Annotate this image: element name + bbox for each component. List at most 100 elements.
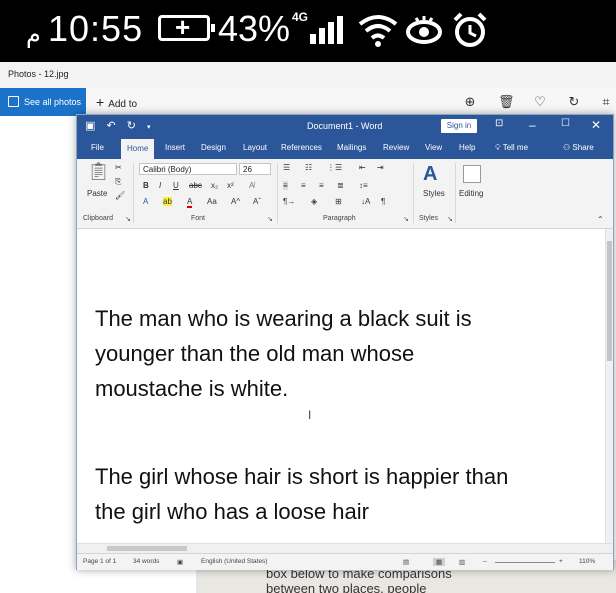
superscript-icon[interactable]: x² <box>227 181 234 190</box>
show-marks-icon[interactable]: ¶ <box>381 197 385 206</box>
tab-insert[interactable]: Insert <box>165 143 185 152</box>
scroll-thumb[interactable] <box>107 546 187 551</box>
tab-file[interactable]: File <box>91 143 104 152</box>
horizontal-scrollbar[interactable] <box>77 543 613 553</box>
multilevel-list-icon[interactable]: ⋮☰ <box>327 163 342 172</box>
proofing-icon[interactable]: ▣ <box>177 558 183 566</box>
paragraph-launcher-icon[interactable]: ↘ <box>403 215 409 223</box>
highlight-icon[interactable]: ab <box>163 197 172 206</box>
underline-icon[interactable]: U <box>173 181 179 190</box>
text-direction-icon[interactable]: ¶→ <box>283 197 295 206</box>
copy-icon[interactable]: ⎘ <box>115 177 121 187</box>
bullets-icon[interactable]: ☰ <box>283 163 290 172</box>
language-indicator[interactable]: English (United States) <box>201 558 267 565</box>
maximize-icon[interactable]: ☐ <box>561 118 570 129</box>
document-title: Document1 - Word <box>307 121 383 131</box>
decrease-indent-icon[interactable]: ⇤ <box>359 163 366 172</box>
status-time: 10:55 <box>48 8 144 49</box>
sign-in-button[interactable]: Sign in <box>441 119 477 133</box>
add-to-label: Add to <box>108 99 138 110</box>
customize-qat-icon[interactable]: ▾ <box>147 124 151 131</box>
print-layout-icon[interactable]: ▦ <box>433 558 446 566</box>
shading-icon[interactable]: ◈ <box>311 197 317 206</box>
tab-view[interactable]: View <box>425 143 442 152</box>
align-left-icon[interactable]: ≡ <box>283 181 288 190</box>
tab-help[interactable]: Help <box>459 143 475 152</box>
text-effects-icon[interactable]: A <box>143 197 148 206</box>
zoom-level[interactable]: 110% <box>579 558 595 565</box>
styles-launcher-icon[interactable]: ↘ <box>447 215 453 223</box>
photos-toolbar: See all photos + Add to ⊕ 🗑 ♡ ↻ ⌗ <box>0 88 616 116</box>
see-all-photos-button[interactable]: See all photos <box>0 88 86 116</box>
find-icon[interactable] <box>463 165 481 183</box>
document-line: The man who is wearing a black suit is <box>95 306 472 331</box>
ribbon-display-icon[interactable]: ⊡ <box>495 118 503 129</box>
crop-icon[interactable]: ⌗ <box>598 94 614 110</box>
see-all-label: See all photos <box>24 97 82 107</box>
paste-icon[interactable]: 📋︎ <box>87 161 110 182</box>
undo-icon[interactable]: ↶ <box>106 120 115 132</box>
font-size-select[interactable]: 26 <box>239 163 271 175</box>
vertical-scrollbar[interactable] <box>605 229 613 543</box>
font-color-icon[interactable]: A <box>187 197 193 208</box>
tab-design[interactable]: Design <box>201 143 226 152</box>
numbering-icon[interactable]: ☷ <box>305 163 312 172</box>
tab-mailings[interactable]: Mailings <box>337 143 366 152</box>
zoom-slider[interactable] <box>495 562 555 563</box>
web-layout-icon[interactable]: ▥ <box>459 558 465 566</box>
increase-indent-icon[interactable]: ⇥ <box>377 163 384 172</box>
photos-title: Photos - 12.jpg <box>8 69 69 79</box>
cut-icon[interactable]: ✂ <box>115 163 122 172</box>
zoom-out-icon[interactable]: – <box>483 558 487 565</box>
tab-layout[interactable]: Layout <box>243 143 267 152</box>
justify-icon[interactable]: ≣ <box>337 181 344 190</box>
zoom-in-icon[interactable]: + <box>559 558 563 565</box>
ribbon-separator <box>133 163 134 223</box>
grow-font-icon[interactable]: A^ <box>231 197 240 206</box>
borders-icon[interactable]: ⊞ <box>335 197 342 206</box>
scroll-thumb[interactable] <box>607 241 612 361</box>
format-painter-icon[interactable]: 🖌︎ <box>115 191 125 200</box>
change-case-icon[interactable]: Aa <box>207 197 217 206</box>
sort-icon[interactable]: ↓A <box>361 197 370 206</box>
read-mode-icon[interactable]: ▤ <box>403 558 409 566</box>
font-launcher-icon[interactable]: ↘ <box>267 215 273 223</box>
tab-home[interactable]: Home <box>121 139 155 159</box>
align-right-icon[interactable]: ≡ <box>319 181 324 190</box>
add-to-button[interactable]: + Add to <box>96 94 137 110</box>
page-count[interactable]: Page 1 of 1 <box>83 558 116 565</box>
paste-button[interactable]: Paste <box>87 189 107 198</box>
tab-references[interactable]: References <box>281 143 322 152</box>
clipboard-launcher-icon[interactable]: ↘ <box>125 215 131 223</box>
align-center-icon[interactable]: ≡ <box>301 181 306 190</box>
share-button[interactable]: ⚇ Share <box>563 143 594 152</box>
redo-icon[interactable]: ↻ <box>127 120 136 132</box>
document-line: moustache is white. <box>95 376 289 401</box>
collapse-ribbon-icon[interactable]: ⌃ <box>597 215 604 224</box>
styles-button[interactable]: Styles <box>423 189 445 198</box>
save-icon[interactable]: ▣ <box>85 120 95 132</box>
heart-icon[interactable]: ♡ <box>532 94 548 110</box>
styles-icon[interactable]: A <box>423 163 437 186</box>
tell-me-search[interactable]: 💡︎ Tell me <box>495 143 528 153</box>
clear-formatting-icon[interactable]: A̸ <box>249 181 254 190</box>
ribbon-tabs: File Home Insert Design Layout Reference… <box>77 137 613 159</box>
tab-review[interactable]: Review <box>383 143 409 152</box>
subscript-icon[interactable]: x₂ <box>211 181 218 190</box>
strikethrough-icon[interactable]: abc <box>189 181 202 190</box>
word-count[interactable]: 34 words <box>133 558 159 565</box>
close-icon[interactable]: ✕ <box>591 118 601 132</box>
bold-icon[interactable]: B <box>143 181 149 190</box>
minimize-icon[interactable]: – <box>529 118 536 132</box>
network-type: 4G <box>292 10 309 24</box>
font-name-select[interactable]: Calibri (Body) <box>139 163 237 175</box>
group-paragraph: Paragraph <box>323 215 356 222</box>
italic-icon[interactable]: I <box>159 181 161 190</box>
line-spacing-icon[interactable]: ↕≡ <box>359 181 368 190</box>
editing-button[interactable]: Editing <box>459 189 483 198</box>
rotate-icon[interactable]: ↻ <box>566 94 582 110</box>
zoom-icon[interactable]: ⊕ <box>462 94 478 110</box>
delete-icon[interactable]: 🗑 <box>498 94 515 110</box>
document-page[interactable]: The man who is wearing a black suit is y… <box>77 229 605 543</box>
shrink-font-icon[interactable]: Aˇ <box>253 197 261 206</box>
